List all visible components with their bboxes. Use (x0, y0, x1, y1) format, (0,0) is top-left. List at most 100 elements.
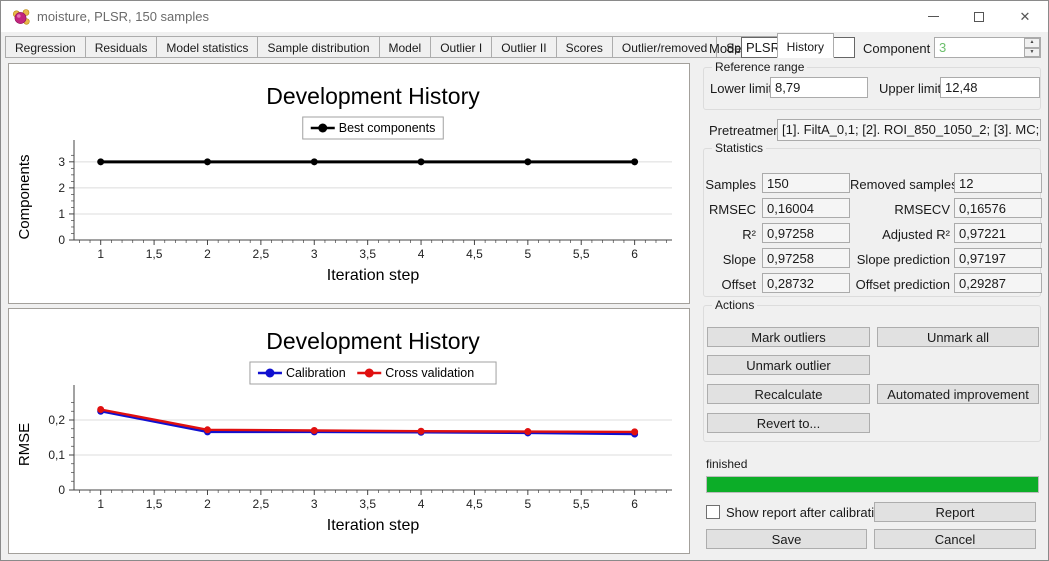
svg-text:5,5: 5,5 (573, 497, 590, 511)
reference-range-title: Reference range (712, 60, 807, 74)
revert-to-button[interactable]: Revert to... (707, 413, 870, 433)
svg-text:1: 1 (58, 207, 65, 221)
lower-limit-label: Lower limit (710, 81, 772, 96)
tab-sample-distribution[interactable]: Sample distribution (257, 36, 379, 58)
removed-samples-field[interactable]: 12 (954, 173, 1042, 193)
svg-text:1: 1 (97, 497, 104, 511)
svg-text:2: 2 (204, 247, 211, 261)
tab-residuals[interactable]: Residuals (85, 36, 158, 58)
progress-status: finished (706, 457, 747, 471)
unmark-outlier-button[interactable]: Unmark outlier (707, 355, 870, 375)
svg-text:Development History: Development History (266, 83, 480, 109)
adjusted-r2-label: Adjusted R² (850, 227, 950, 242)
app-window: moisture, PLSR, 150 samples ✕ Regression… (0, 0, 1049, 561)
spinner-up-button[interactable]: ▲ (1024, 38, 1040, 48)
rmsecv-field[interactable]: 0,16576 (954, 198, 1042, 218)
automated-improvement-button[interactable]: Automated improvement (877, 384, 1039, 404)
statistics-group: Statistics Samples 150 Removed samples 1… (703, 148, 1041, 297)
molecule-app-icon (12, 8, 30, 26)
recalculate-button[interactable]: Recalculate (707, 384, 870, 404)
component-stepper[interactable]: 3 ▲ ▼ (934, 37, 1041, 58)
svg-text:3: 3 (311, 497, 318, 511)
svg-text:6: 6 (631, 497, 638, 511)
offset-label: Offset (704, 277, 756, 292)
spinner-down-button[interactable]: ▼ (1024, 48, 1040, 58)
offset-field[interactable]: 0,28732 (762, 273, 850, 293)
cancel-button[interactable]: Cancel (874, 529, 1036, 549)
tab-model-statistics[interactable]: Model statistics (156, 36, 258, 58)
lower-limit-field[interactable]: 8,79 (770, 77, 868, 98)
tab-history[interactable]: History (777, 33, 834, 58)
tab-scores[interactable]: Scores (556, 36, 613, 58)
rmsec-field[interactable]: 0,16004 (762, 198, 850, 218)
r2-label: R² (704, 227, 756, 242)
mark-outliers-button[interactable]: Mark outliers (707, 327, 870, 347)
tab-regression[interactable]: Regression (5, 36, 86, 58)
svg-text:2,5: 2,5 (253, 247, 270, 261)
show-report-label: Show report after calibration (726, 505, 889, 520)
svg-text:2,5: 2,5 (253, 497, 270, 511)
progress-fill (707, 477, 1038, 492)
tab-model[interactable]: Model (379, 36, 432, 58)
adjusted-r2-field[interactable]: 0,97221 (954, 223, 1042, 243)
svg-text:Iteration step: Iteration step (327, 517, 420, 534)
slope-label: Slope (704, 252, 756, 267)
chart-svg: Development History 0 1 2 3 1 1,5 2 2,5 3 3,5 4 4,5 5… (9, 64, 689, 303)
svg-text:3,5: 3,5 (359, 247, 376, 261)
upper-limit-label: Upper limit (879, 81, 941, 96)
svg-text:1,5: 1,5 (146, 497, 163, 511)
component-label: Component (863, 41, 930, 56)
rmse-history-chart: Development History00,10,211,522,533,544… (8, 308, 690, 554)
svg-text:Cross validation: Cross validation (385, 366, 474, 380)
actions-title: Actions (712, 298, 757, 312)
pretreatments-field[interactable]: [1]. FiltA_0,1; [2]. ROI_850_1050_2; [3]… (777, 119, 1041, 141)
svg-text:4,5: 4,5 (466, 247, 483, 261)
show-report-checkbox[interactable] (706, 505, 720, 519)
components-history-chart: Development History 0 1 2 3 1 1,5 2 2,5 3 3,5 4 4,5 5… (8, 63, 690, 304)
tab-outlier-i[interactable]: Outlier I (430, 36, 492, 58)
save-button[interactable]: Save (706, 529, 867, 549)
svg-text:2: 2 (204, 497, 211, 511)
svg-text:RMSE: RMSE (16, 423, 33, 466)
window-title: moisture, PLSR, 150 samples (37, 9, 209, 24)
svg-text:4: 4 (418, 247, 425, 261)
slope-prediction-label: Slope prediction (850, 252, 950, 267)
svg-text:Components: Components (16, 154, 33, 239)
side-panel: Model PLSR Component 3 ▲ ▼ Reference ran… (701, 1, 1049, 561)
r2-field[interactable]: 0,97258 (762, 223, 850, 243)
offset-prediction-field[interactable]: 0,29287 (954, 273, 1042, 293)
svg-text:5,5: 5,5 (573, 247, 590, 261)
svg-text:0,1: 0,1 (48, 448, 65, 462)
svg-text:0,2: 0,2 (48, 413, 65, 427)
unmark-all-button[interactable]: Unmark all (877, 327, 1039, 347)
svg-text:5: 5 (524, 497, 531, 511)
progress-bar (706, 476, 1039, 493)
svg-text:3,5: 3,5 (359, 497, 376, 511)
svg-text:4: 4 (418, 497, 425, 511)
svg-text:Best components: Best components (339, 121, 436, 135)
tab-outlier-ii[interactable]: Outlier II (491, 36, 556, 58)
svg-text:1: 1 (97, 247, 104, 261)
component-value: 3 (939, 40, 946, 55)
upper-limit-field[interactable]: 12,48 (940, 77, 1040, 98)
svg-text:2: 2 (58, 181, 65, 195)
svg-text:Iteration step: Iteration step (327, 267, 420, 284)
svg-text:1,5: 1,5 (146, 247, 163, 261)
svg-text:3: 3 (58, 155, 65, 169)
samples-field[interactable]: 150 (762, 173, 850, 193)
chart-svg: Development History00,10,211,522,533,544… (9, 309, 689, 553)
svg-text:5: 5 (524, 247, 531, 261)
svg-text:6: 6 (631, 247, 638, 261)
report-button[interactable]: Report (874, 502, 1036, 522)
slope-prediction-field[interactable]: 0,97197 (954, 248, 1042, 268)
svg-text:0: 0 (58, 483, 65, 497)
samples-label: Samples (704, 177, 756, 192)
reference-range-group: Reference range Lower limit 8,79 Upper l… (703, 67, 1041, 110)
svg-text:Calibration: Calibration (286, 366, 346, 380)
statistics-title: Statistics (712, 141, 766, 155)
svg-text:3: 3 (311, 247, 318, 261)
offset-prediction-label: Offset prediction (850, 277, 950, 292)
slope-field[interactable]: 0,97258 (762, 248, 850, 268)
svg-text:0: 0 (58, 233, 65, 247)
svg-text:Development History: Development History (266, 328, 480, 354)
